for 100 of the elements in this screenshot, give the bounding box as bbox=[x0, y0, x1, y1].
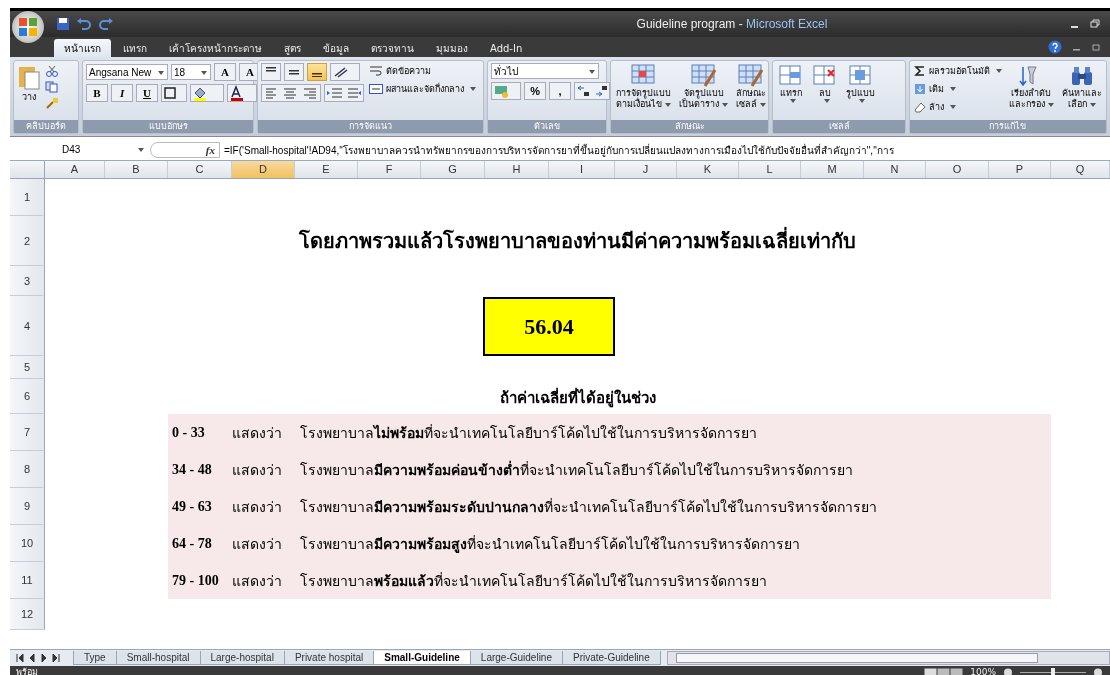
row-header[interactable]: 10 bbox=[10, 525, 45, 562]
range-meaning: โรงพยาบาลพร้อมแล้วที่จะนำเทคโนโลยีบาร์โค้ดไปใช้ในการบริหารจัดการยา bbox=[300, 571, 767, 591]
text-orientation-icon[interactable] bbox=[330, 63, 360, 81]
range-meaning: โรงพยาบาลไม่พร้อมที่จะนำเทคโนโลยีบาร์โค้ดไปใช้ในการบริหารจัดการยา bbox=[300, 423, 757, 443]
cells-button[interactable]: รูปแบบ bbox=[844, 63, 878, 104]
caret-icon bbox=[789, 99, 796, 103]
group-label: ลักษณะ bbox=[611, 120, 769, 133]
column-header[interactable]: I bbox=[549, 161, 615, 178]
row-header[interactable]: 1 bbox=[10, 179, 45, 216]
column-header[interactable]: Q bbox=[1051, 161, 1110, 178]
office-button[interactable] bbox=[12, 11, 44, 43]
underline-button[interactable]: U bbox=[136, 84, 158, 102]
cells-button[interactable]: ลบ bbox=[810, 63, 841, 104]
fill-color-icon[interactable] bbox=[190, 84, 224, 102]
vertical-align-button[interactable] bbox=[261, 63, 281, 81]
decimal-buttons-icon[interactable] bbox=[574, 82, 611, 100]
column-header[interactable]: F bbox=[358, 161, 421, 178]
column-header[interactable]: A bbox=[45, 161, 105, 178]
column-header[interactable]: M bbox=[801, 161, 864, 178]
borders-icon[interactable] bbox=[161, 84, 187, 102]
grow-font-button[interactable]: A bbox=[214, 63, 236, 81]
font-name-dropdown[interactable]: Angsana New bbox=[86, 64, 168, 80]
insert-function-button[interactable]: fx bbox=[205, 144, 215, 156]
row-header[interactable]: 7 bbox=[10, 414, 45, 451]
style-button[interactable]: จัดรูปแบบ เป็นตาราง bbox=[677, 63, 731, 111]
brush-icon[interactable] bbox=[45, 97, 59, 109]
row-header[interactable]: 3 bbox=[10, 266, 45, 296]
style-button[interactable]: การจัดรูปแบบ ตามเงื่อนไข bbox=[614, 63, 674, 111]
column-header[interactable]: O bbox=[926, 161, 989, 178]
ribbon-tab[interactable]: แทรก bbox=[113, 39, 157, 57]
view-buttons-icon[interactable] bbox=[924, 667, 965, 675]
column-header[interactable]: K bbox=[677, 161, 739, 178]
row-header[interactable]: 5 bbox=[10, 356, 45, 379]
ribbon-tab[interactable]: เค้าโครงหน้ากระดาษ bbox=[159, 39, 272, 57]
style-button[interactable]: ลักษณะ เซลล์ bbox=[734, 63, 769, 111]
font-size-dropdown[interactable]: 18 bbox=[171, 64, 211, 80]
column-header[interactable]: N bbox=[864, 161, 926, 178]
column-header[interactable]: G bbox=[421, 161, 485, 178]
font-color-icon[interactable] bbox=[227, 84, 257, 102]
ribbon-tab[interactable]: ตรวจทาน bbox=[361, 39, 424, 57]
group-label: คลิปบอร์ด bbox=[14, 120, 78, 133]
restore-icon[interactable] bbox=[1092, 42, 1102, 52]
horizontal-scrollbar[interactable] bbox=[666, 651, 1110, 665]
row-header[interactable]: 9 bbox=[10, 488, 45, 525]
column-header[interactable]: E bbox=[295, 161, 358, 178]
percent-button[interactable]: % bbox=[524, 82, 547, 100]
autosum-button[interactable]: ผลรวมอัตโนมัติ bbox=[913, 63, 1003, 79]
sheet-tab[interactable]: Large-hospital bbox=[199, 651, 285, 665]
comma-button[interactable]: , bbox=[549, 82, 572, 100]
ribbon-tab[interactable]: มุมมอง bbox=[426, 39, 478, 57]
column-header[interactable]: B bbox=[105, 161, 168, 178]
ribbon-tab[interactable]: หน้าแรก bbox=[54, 39, 111, 57]
fill-button[interactable]: เติม bbox=[913, 81, 1003, 97]
row-header[interactable]: 8 bbox=[10, 451, 45, 488]
row-header[interactable]: 2 bbox=[10, 216, 45, 266]
number-format-dropdown[interactable]: ทั่วไป bbox=[491, 63, 600, 79]
cells-button[interactable]: แทรก bbox=[776, 63, 807, 104]
clipboard-icon bbox=[18, 64, 40, 90]
scissors-icon[interactable] bbox=[45, 65, 59, 77]
sheet-tab[interactable]: Type bbox=[73, 651, 117, 665]
help-icon[interactable] bbox=[1048, 40, 1062, 54]
sheet-tab[interactable]: Private hospital bbox=[283, 651, 375, 665]
sheet-tab[interactable]: Small-hospital bbox=[115, 651, 201, 665]
sheet-tab[interactable]: Small-Guideline bbox=[373, 651, 471, 665]
zoom-in-icon[interactable] bbox=[1092, 667, 1104, 675]
zoom-slider-thumb[interactable] bbox=[1051, 667, 1055, 675]
vertical-align-button[interactable] bbox=[284, 63, 304, 81]
row-header[interactable]: 4 bbox=[10, 296, 45, 356]
column-header[interactable]: P bbox=[989, 161, 1051, 178]
column-header[interactable]: L bbox=[739, 161, 801, 178]
row-header[interactable]: 12 bbox=[10, 599, 45, 630]
sheet-tab[interactable]: Large-Guideline bbox=[469, 651, 563, 665]
wrap-text-button[interactable]: ตัดข้อความ bbox=[368, 63, 477, 79]
formula-input[interactable]: =IF('Small-hospital'!AD94,"โรงพยาบาลควรนำทรัพยากรของการบริหารจัดการยาที่ขึ้นอยู่กับการเปลี่ยนแปลงทางการเมืองไปใช้กับปัจจัยอื่นที่สำคัญกว่า","การ bbox=[220, 142, 1110, 158]
button-label: เซลล์ bbox=[736, 99, 758, 110]
merge-center-button[interactable]: ผสานและจัดกึ่งกลาง bbox=[368, 81, 477, 97]
ribbon-tab[interactable]: Add-In bbox=[480, 39, 533, 57]
redo-icon[interactable] bbox=[98, 17, 114, 31]
restore-icon[interactable] bbox=[1090, 19, 1100, 29]
sheet-tab[interactable]: Private-Guideline bbox=[562, 651, 661, 665]
row-header[interactable]: 6 bbox=[10, 379, 45, 414]
bold-button[interactable]: B bbox=[86, 84, 108, 102]
column-header[interactable]: D bbox=[232, 161, 295, 178]
row-header[interactable]: 11 bbox=[10, 562, 45, 599]
vertical-align-button[interactable] bbox=[307, 63, 327, 81]
copy-icon[interactable] bbox=[45, 81, 59, 93]
sort-filter-button[interactable]: เรียงลำดับ และกรอง bbox=[1007, 63, 1056, 111]
ribbon-tab[interactable]: ข้อมูล bbox=[313, 39, 359, 57]
ribbon-tab[interactable]: สูตร bbox=[274, 39, 311, 57]
column-header[interactable]: J bbox=[615, 161, 677, 178]
caret-icon bbox=[1048, 102, 1054, 107]
zoom-out-icon[interactable] bbox=[1002, 667, 1014, 675]
find-select-button[interactable]: ค้นหาและ เลือก bbox=[1060, 63, 1104, 111]
undo-icon[interactable] bbox=[76, 17, 92, 31]
paste-button[interactable]: วาง bbox=[17, 63, 41, 105]
column-header[interactable]: H bbox=[485, 161, 549, 178]
save-icon[interactable] bbox=[56, 17, 70, 31]
clear-button[interactable]: ล้าง bbox=[913, 99, 1003, 115]
name-box[interactable]: D43 bbox=[10, 141, 150, 159]
italic-button[interactable]: I bbox=[111, 84, 133, 102]
